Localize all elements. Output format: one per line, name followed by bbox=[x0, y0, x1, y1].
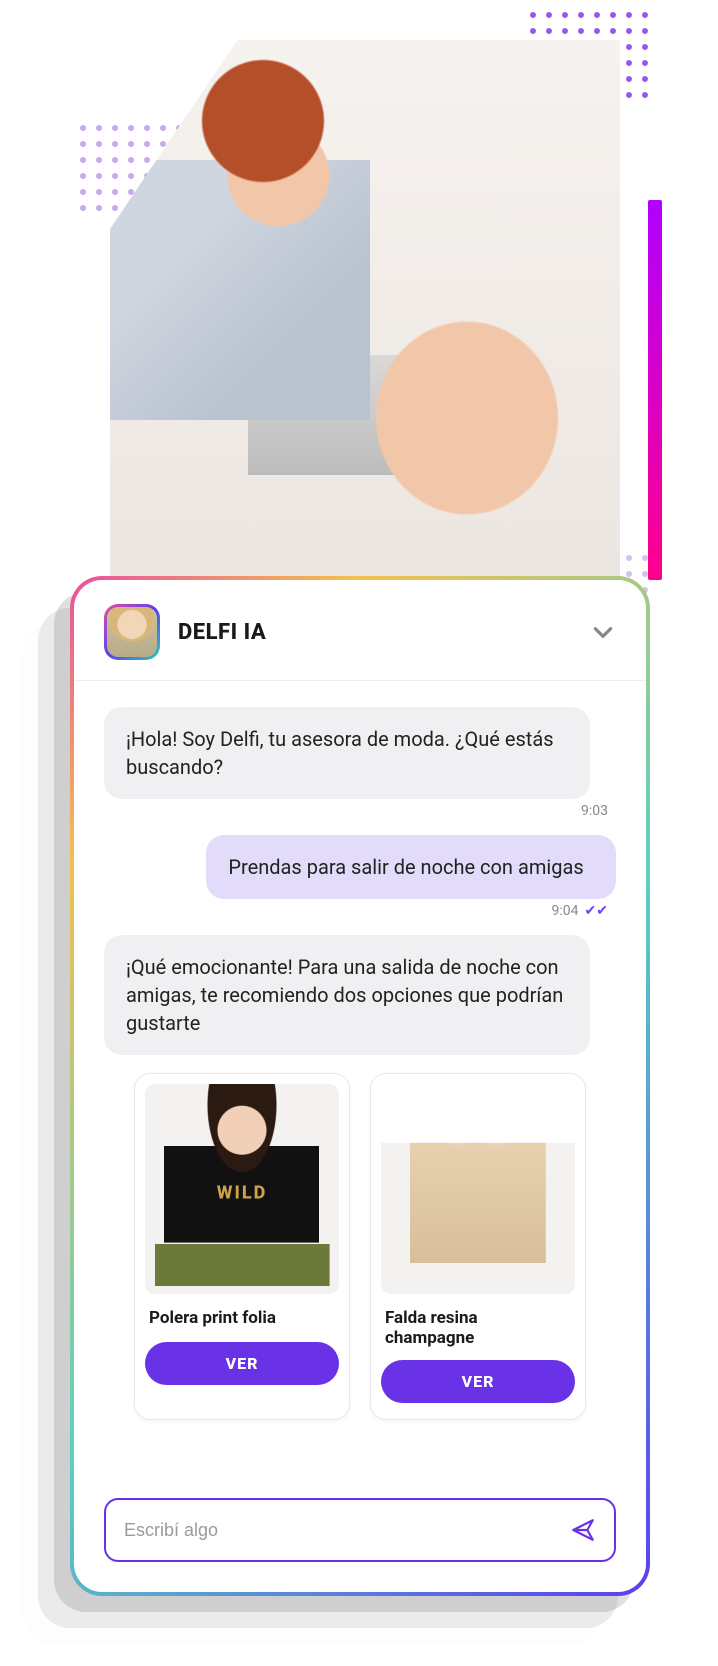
decorative-gradient-bar bbox=[648, 200, 662, 580]
timestamp-text: 9:03 bbox=[581, 803, 608, 819]
product-card[interactable]: Falda resina champagne VER bbox=[370, 1073, 586, 1420]
product-image bbox=[145, 1084, 339, 1294]
read-checks-icon: ✔✔ bbox=[585, 903, 608, 919]
message-bot: ¡Hola! Soy Delfi, tu asesora de moda. ¿Q… bbox=[104, 707, 590, 799]
chat-title: DELFI IA bbox=[178, 620, 572, 645]
message-input[interactable] bbox=[124, 1520, 570, 1541]
product-card[interactable]: Polera print folia VER bbox=[134, 1073, 350, 1420]
send-icon[interactable] bbox=[570, 1517, 596, 1543]
timestamp-text: 9:04 bbox=[552, 903, 579, 919]
chat-header: DELFI IA bbox=[74, 580, 646, 681]
message-timestamp: 9:04 ✔✔ bbox=[112, 903, 608, 919]
product-image bbox=[381, 1084, 575, 1294]
message-bot: ¡Qué emocionante! Para una salida de noc… bbox=[104, 935, 590, 1055]
message-input-bar[interactable] bbox=[104, 1498, 616, 1562]
chat-widget: DELFI IA ¡Hola! Soy Delfi, tu asesora de… bbox=[70, 576, 650, 1596]
product-title: Falda resina champagne bbox=[385, 1308, 571, 1348]
view-product-button[interactable]: VER bbox=[381, 1360, 575, 1403]
product-title: Polera print folia bbox=[149, 1308, 335, 1330]
view-product-button[interactable]: VER bbox=[145, 1342, 339, 1385]
avatar bbox=[104, 604, 160, 660]
chevron-down-icon[interactable] bbox=[590, 619, 616, 645]
product-recommendations: Polera print folia VER Falda resina cham… bbox=[104, 1073, 616, 1420]
message-user: Prendas para salir de noche con amigas bbox=[206, 835, 616, 899]
hero-photo bbox=[110, 40, 620, 580]
message-timestamp: 9:03 bbox=[112, 803, 608, 819]
messages-list: ¡Hola! Soy Delfi, tu asesora de moda. ¿Q… bbox=[74, 681, 646, 1474]
